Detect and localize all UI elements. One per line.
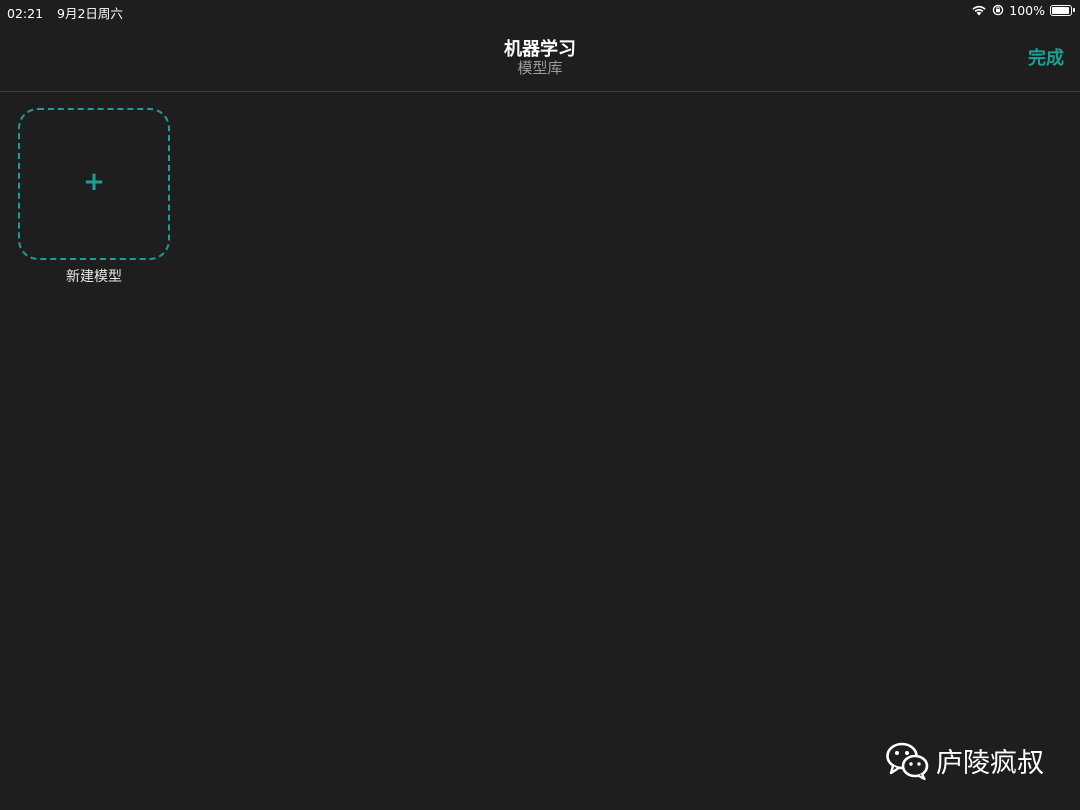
wifi-icon: [972, 5, 986, 16]
screen: 02:21 9月2日周六 100% 机器学习 模型库 完成 + 新建模型 庐陵疯…: [0, 0, 1080, 810]
status-date: 9月2日周六: [57, 6, 123, 21]
new-model-tile[interactable]: + 新建模型: [18, 108, 170, 286]
done-button[interactable]: 完成: [1028, 44, 1064, 70]
watermark-text: 庐陵疯叔: [936, 748, 1044, 779]
status-right: 100%: [971, 2, 1075, 18]
page-subtitle: 模型库: [517, 59, 563, 77]
battery-percent: 100%: [1009, 2, 1045, 18]
battery-fill: [1052, 6, 1069, 14]
wechat-icon: [886, 742, 929, 780]
watermark: 庐陵疯叔: [886, 741, 1044, 780]
plus-icon: +: [83, 167, 105, 197]
navigation-bar: 机器学习 模型库 完成: [0, 22, 1080, 92]
status-bar: 02:21 9月2日周六 100%: [0, 0, 1080, 22]
new-model-button[interactable]: +: [18, 108, 170, 260]
orientation-lock-icon: [993, 4, 1004, 16]
battery-icon: [1050, 4, 1075, 16]
battery-cap: [1073, 8, 1075, 12]
status-time: 02:21: [7, 6, 44, 21]
new-model-label: 新建模型: [66, 269, 122, 285]
status-left: 02:21 9月2日周六: [7, 3, 123, 22]
